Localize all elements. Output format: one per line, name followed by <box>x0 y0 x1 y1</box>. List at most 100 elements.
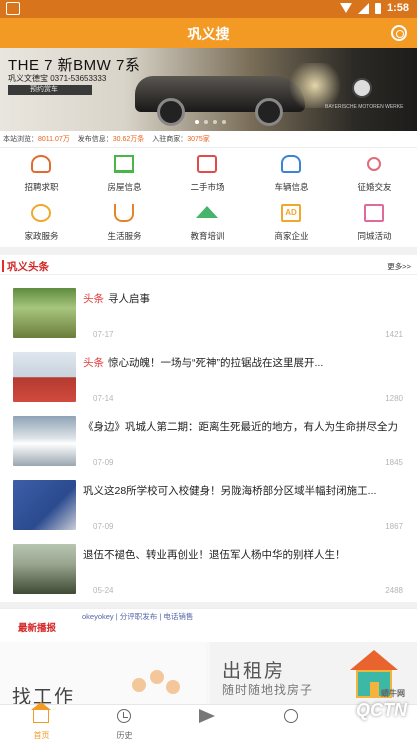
rental-subtitle: 随时随地找房子 <box>222 683 314 697</box>
category-dating[interactable]: 征婚交友 <box>333 149 416 197</box>
tab-messages[interactable] <box>250 705 333 742</box>
news-headline: 头条 惊心动魄！一场与“死神”的拉锯战在这里展开... <box>83 354 407 372</box>
more-link[interactable]: 更多>> <box>387 261 411 272</box>
news-item[interactable]: 头条 惊心动魄！一场与“死神”的拉锯战在这里展开... 07-14 1280 <box>0 348 417 412</box>
news-views: 1845 <box>385 458 403 467</box>
site-stats: 本站浏览：8011.07万 发布信息：30.62万条 入驻商家：3075家 <box>0 131 417 148</box>
gift-icon <box>364 204 384 222</box>
watermark-sub: 蜻牛网 <box>381 689 405 698</box>
watermark-text: QCTN <box>356 700 407 720</box>
tab-publish[interactable] <box>166 705 249 742</box>
person-head <box>166 680 180 694</box>
building-icon <box>114 155 134 173</box>
category-business[interactable]: AD 商家企业 <box>250 198 333 246</box>
category-grid: 招聘求职 房屋信息 二手市场 车辆信息 征婚交友 家政服务 生活服务 教育培训 … <box>0 149 417 246</box>
wifi-icon <box>339 3 352 13</box>
posts-value: 30.62万条 <box>112 136 145 143</box>
tab-label: 历史 <box>116 731 133 740</box>
news-views: 1421 <box>385 330 403 339</box>
person-icon <box>31 155 51 173</box>
carousel-dot[interactable] <box>222 120 226 124</box>
news-item[interactable]: 巩义这28所学校可入校健身！另陇海桥部分区域半幅封闭施工... 07-09 18… <box>0 476 417 540</box>
news-item[interactable]: 《身边》巩城人第二期：距离生死最近的地方，有人为生命拼尽全力 07-09 184… <box>0 412 417 476</box>
visits-stat: 本站浏览：8011.07万 <box>3 136 70 143</box>
category-secondhand[interactable]: 二手市场 <box>166 149 249 197</box>
house-icon <box>197 155 217 173</box>
category-label: 生活服务 <box>107 231 142 241</box>
notification-icon <box>6 2 20 15</box>
news-item[interactable]: 退伍不褪色、转业再创业！退伍军人杨中华的别样人生！ 05-24 2488 <box>0 540 417 604</box>
cup-icon <box>114 204 134 222</box>
headlines-header: 巩义头条 更多>> <box>0 257 417 275</box>
carousel-dot[interactable] <box>213 120 217 124</box>
news-item[interactable]: 头条 寻人启事 07-17 1421 <box>0 284 417 348</box>
headline-text: 惊心动魄！一场与“死神”的拉锯战在这里展开... <box>108 357 324 369</box>
category-label: 家政服务 <box>24 231 59 241</box>
carousel-dot[interactable] <box>195 120 199 124</box>
banner-carousel[interactable]: THE 7 新BMW 7系 巩义文德宝 0371-53653333 预约赏车 B… <box>0 48 417 131</box>
tab-label: 首页 <box>33 731 50 740</box>
merchants-value: 3075家 <box>187 136 210 143</box>
category-life-services[interactable]: 生活服务 <box>83 198 166 246</box>
news-headline: 退伍不褪色、转业再创业！退伍军人杨中华的别样人生！ <box>83 546 407 564</box>
ring-icon <box>284 709 298 723</box>
headline-tag: 头条 <box>83 357 104 369</box>
person-head <box>150 670 164 684</box>
category-label: 招聘求职 <box>24 182 59 192</box>
headlines-title: 巩义头条 <box>7 261 49 273</box>
category-events[interactable]: 同城活动 <box>333 198 416 246</box>
home-icon <box>31 702 51 723</box>
gear-icon[interactable] <box>391 25 407 41</box>
news-date: 07-17 <box>93 330 114 339</box>
category-jobs[interactable]: 招聘求职 <box>0 149 83 197</box>
car-image <box>135 76 305 126</box>
headline-text: 寻人启事 <box>108 293 150 305</box>
banner-book-button[interactable]: 预约赏车 <box>8 85 92 95</box>
bottom-tab-bar: 首页 历史 <box>0 702 417 742</box>
broadcast-ticker[interactable]: okeyokey | 分评职发布 | 电话销售 <box>82 611 193 622</box>
graduation-cap-icon <box>196 206 218 218</box>
status-bar: 1:58 <box>0 0 417 18</box>
news-date: 07-14 <box>93 394 114 403</box>
light-glow <box>285 63 345 108</box>
battery-icon <box>374 2 381 14</box>
house-door <box>370 682 379 698</box>
bmw-brand-text: BAYERISCHE MOTOREN WERKE <box>325 104 404 110</box>
news-date: 07-09 <box>93 458 114 467</box>
find-job-ad[interactable]: 找工作 <box>0 642 206 708</box>
news-headline: 《身边》巩城人第二期：距离生死最近的地方，有人为生命拼尽全力 <box>83 418 407 436</box>
category-vehicles[interactable]: 车辆信息 <box>250 149 333 197</box>
watermark: QCTN 蜻牛网 <box>356 689 407 721</box>
posts-label: 发布信息： <box>77 136 113 143</box>
news-views: 1280 <box>385 394 403 403</box>
category-label: 征婚交友 <box>357 182 392 192</box>
news-thumbnail <box>13 480 76 530</box>
carousel-dot[interactable] <box>204 120 208 124</box>
category-label: 商家企业 <box>274 231 309 241</box>
category-housing[interactable]: 房屋信息 <box>83 149 166 197</box>
tab-home[interactable]: 首页 <box>0 702 83 742</box>
category-label: 二手市场 <box>190 182 225 192</box>
category-label: 教育培训 <box>190 231 225 241</box>
tab-history[interactable]: 历史 <box>83 705 166 742</box>
visits-value: 8011.07万 <box>38 136 70 143</box>
news-views: 2488 <box>385 586 403 595</box>
banner-title: THE 7 新BMW 7系 <box>8 57 141 74</box>
bmw-logo <box>352 78 372 98</box>
news-date: 07-09 <box>93 522 114 531</box>
rental-title: 出租房 <box>222 661 286 682</box>
news-thumbnail <box>13 352 76 402</box>
category-label: 房屋信息 <box>107 182 142 192</box>
posts-stat: 发布信息：30.62万条 <box>78 136 145 143</box>
ad-icon: AD <box>281 204 301 222</box>
news-thumbnail <box>13 544 76 594</box>
category-housekeeping[interactable]: 家政服务 <box>0 198 83 246</box>
status-time: 1:58 <box>386 2 409 14</box>
broadcast-bar[interactable]: 最新播报 okeyokey | 分评职发布 | 电话销售 <box>0 608 417 642</box>
headline-text: 退伍不褪色、转业再创业！退伍军人杨中华的别样人生！ <box>83 549 346 561</box>
carousel-dots[interactable] <box>195 120 226 124</box>
section-accent-bar <box>2 260 4 272</box>
category-education[interactable]: 教育培训 <box>166 198 249 246</box>
headline-text: 《身边》巩城人第二期：距离生死最近的地方，有人为生命拼尽全力 <box>83 421 398 433</box>
car-icon <box>281 155 301 173</box>
